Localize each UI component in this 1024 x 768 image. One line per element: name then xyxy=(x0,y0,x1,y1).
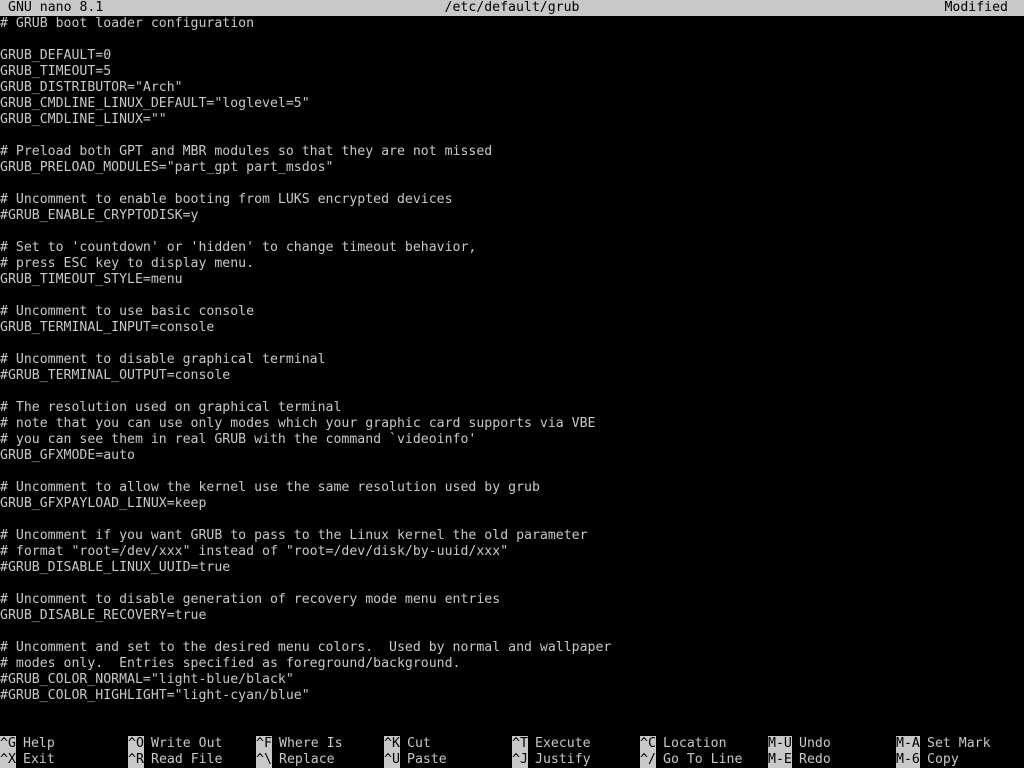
editor-line[interactable]: # press ESC key to display menu. xyxy=(0,256,1024,272)
shortcut-exit[interactable]: ^X Exit xyxy=(0,752,55,768)
shortcut-execute[interactable]: ^T Execute xyxy=(512,736,591,752)
editor-line[interactable] xyxy=(0,464,1024,480)
shortcut-label: Replace xyxy=(279,752,335,767)
title-bar: /etc/default/grub GNU nano 8.1 Modified xyxy=(0,0,1024,16)
shortcut-label: Read File xyxy=(151,752,223,767)
editor-line[interactable]: # you can see them in real GRUB with the… xyxy=(0,432,1024,448)
editor-line[interactable]: GRUB_DISABLE_RECOVERY=true xyxy=(0,608,1024,624)
editor-line[interactable]: # Uncomment to disable generation of rec… xyxy=(0,592,1024,608)
shortcut-key: ^\ xyxy=(256,752,272,768)
editor-line[interactable] xyxy=(0,128,1024,144)
editor-line[interactable] xyxy=(0,576,1024,592)
shortcut-label: Help xyxy=(23,736,55,751)
editor-line[interactable]: # modes only. Entries specified as foreg… xyxy=(0,656,1024,672)
editor-line[interactable] xyxy=(0,224,1024,240)
shortcut-label: Set Mark xyxy=(927,736,991,751)
editor-line[interactable]: GRUB_TIMEOUT_STYLE=menu xyxy=(0,272,1024,288)
shortcut-key: ^O xyxy=(128,736,144,752)
editor-line[interactable]: GRUB_TIMEOUT=5 xyxy=(0,64,1024,80)
editor-line[interactable]: #GRUB_ENABLE_CRYPTODISK=y xyxy=(0,208,1024,224)
editor-line[interactable]: # Set to 'countdown' or 'hidden' to chan… xyxy=(0,240,1024,256)
editor-line[interactable]: # Uncomment if you want GRUB to pass to … xyxy=(0,528,1024,544)
shortcut-bar: ^G Help ^O Write Out ^F Where Is ^K Cut ^T Execut… xyxy=(0,736,1024,768)
shortcut-read-file[interactable]: ^R Read File xyxy=(128,752,222,768)
app-version: GNU nano 8.1 xyxy=(8,0,104,15)
shortcut-justify[interactable]: ^J Justify xyxy=(512,752,591,768)
editor-line[interactable] xyxy=(0,336,1024,352)
modified-status: Modified xyxy=(944,0,1008,15)
shortcut-replace[interactable]: ^\ Replace xyxy=(256,752,335,768)
editor-line[interactable]: #GRUB_DISABLE_LINUX_UUID=true xyxy=(0,560,1024,576)
editor-line[interactable]: GRUB_GFXMODE=auto xyxy=(0,448,1024,464)
shortcut-key: M-U xyxy=(768,736,792,752)
shortcut-help[interactable]: ^G Help xyxy=(0,736,55,752)
shortcut-label: Justify xyxy=(535,752,591,767)
editor-line[interactable]: # Uncomment and set to the desired menu … xyxy=(0,640,1024,656)
editor-line[interactable] xyxy=(0,384,1024,400)
editor-line[interactable]: GRUB_CMDLINE_LINUX_DEFAULT="loglevel=5" xyxy=(0,96,1024,112)
editor-line[interactable]: GRUB_DISTRIBUTOR="Arch" xyxy=(0,80,1024,96)
editor-line[interactable]: # note that you can use only modes which… xyxy=(0,416,1024,432)
editor-buffer[interactable]: # GRUB boot loader configuration GRUB_DEF… xyxy=(0,16,1024,720)
shortcut-key: M-A xyxy=(896,736,920,752)
shortcut-label: Where Is xyxy=(279,736,343,751)
editor-line[interactable]: # Uncomment to use basic console xyxy=(0,304,1024,320)
editor-line[interactable] xyxy=(0,288,1024,304)
shortcut-key: ^C xyxy=(640,736,656,752)
shortcut-label: Location xyxy=(663,736,727,751)
editor-line[interactable] xyxy=(0,176,1024,192)
editor-line[interactable]: GRUB_TERMINAL_INPUT=console xyxy=(0,320,1024,336)
file-name: /etc/default/grub xyxy=(444,0,580,15)
shortcut-location[interactable]: ^C Location xyxy=(640,736,727,752)
shortcut-key: ^G xyxy=(0,736,16,752)
shortcut-label: Write Out xyxy=(151,736,223,751)
shortcut-label: Cut xyxy=(407,736,431,751)
shortcut-key: M-E xyxy=(768,752,792,768)
editor-line[interactable]: # Uncomment to allow the kernel use the … xyxy=(0,480,1024,496)
shortcut-write-out[interactable]: ^O Write Out xyxy=(128,736,222,752)
shortcut-copy[interactable]: M-6 Copy xyxy=(896,752,959,768)
shortcut-paste[interactable]: ^U Paste xyxy=(384,752,447,768)
editor-line[interactable]: # The resolution used on graphical termi… xyxy=(0,400,1024,416)
shortcut-key: ^/ xyxy=(640,752,656,768)
shortcut-label: Paste xyxy=(407,752,447,767)
shortcut-key: M-6 xyxy=(896,752,920,768)
shortcut-key: ^X xyxy=(0,752,16,768)
editor-line[interactable] xyxy=(0,32,1024,48)
shortcut-label: Undo xyxy=(799,736,831,751)
editor-line[interactable]: GRUB_DEFAULT=0 xyxy=(0,48,1024,64)
shortcut-undo[interactable]: M-U Undo xyxy=(768,736,831,752)
editor-line[interactable] xyxy=(0,512,1024,528)
shortcut-label: Copy xyxy=(927,752,959,767)
editor-line[interactable]: #GRUB_TERMINAL_OUTPUT=console xyxy=(0,368,1024,384)
shortcut-key: ^K xyxy=(384,736,400,752)
shortcut-where-is[interactable]: ^F Where Is xyxy=(256,736,343,752)
editor-line[interactable]: # Uncomment to disable graphical termina… xyxy=(0,352,1024,368)
editor-line[interactable]: # format "root=/dev/xxx" instead of "roo… xyxy=(0,544,1024,560)
shortcut-go-to-line[interactable]: ^/ Go To Line xyxy=(640,752,742,768)
editor-line[interactable]: # GRUB boot loader configuration xyxy=(0,16,1024,32)
shortcut-label: Exit xyxy=(23,752,55,767)
shortcut-cut[interactable]: ^K Cut xyxy=(384,736,431,752)
shortcut-key: ^T xyxy=(512,736,528,752)
shortcut-key: ^F xyxy=(256,736,272,752)
editor-line[interactable]: #GRUB_COLOR_NORMAL="light-blue/black" xyxy=(0,672,1024,688)
editor-line[interactable] xyxy=(0,624,1024,640)
shortcut-label: Go To Line xyxy=(663,752,743,767)
shortcut-key: ^U xyxy=(384,752,400,768)
shortcut-label: Redo xyxy=(799,752,831,767)
editor-line[interactable]: # Preload both GPT and MBR modules so th… xyxy=(0,144,1024,160)
shortcut-key: ^J xyxy=(512,752,528,768)
shortcut-redo[interactable]: M-E Redo xyxy=(768,752,831,768)
editor-line[interactable]: GRUB_PRELOAD_MODULES="part_gpt part_msdo… xyxy=(0,160,1024,176)
editor-line[interactable]: #GRUB_COLOR_HIGHLIGHT="light-cyan/blue" xyxy=(0,688,1024,704)
editor-line[interactable]: # Uncomment to enable booting from LUKS … xyxy=(0,192,1024,208)
shortcut-label: Execute xyxy=(535,736,591,751)
shortcut-set-mark[interactable]: M-A Set Mark xyxy=(896,736,991,752)
editor-line[interactable]: GRUB_CMDLINE_LINUX="" xyxy=(0,112,1024,128)
editor-line[interactable]: GRUB_GFXPAYLOAD_LINUX=keep xyxy=(0,496,1024,512)
shortcut-key: ^R xyxy=(128,752,144,768)
